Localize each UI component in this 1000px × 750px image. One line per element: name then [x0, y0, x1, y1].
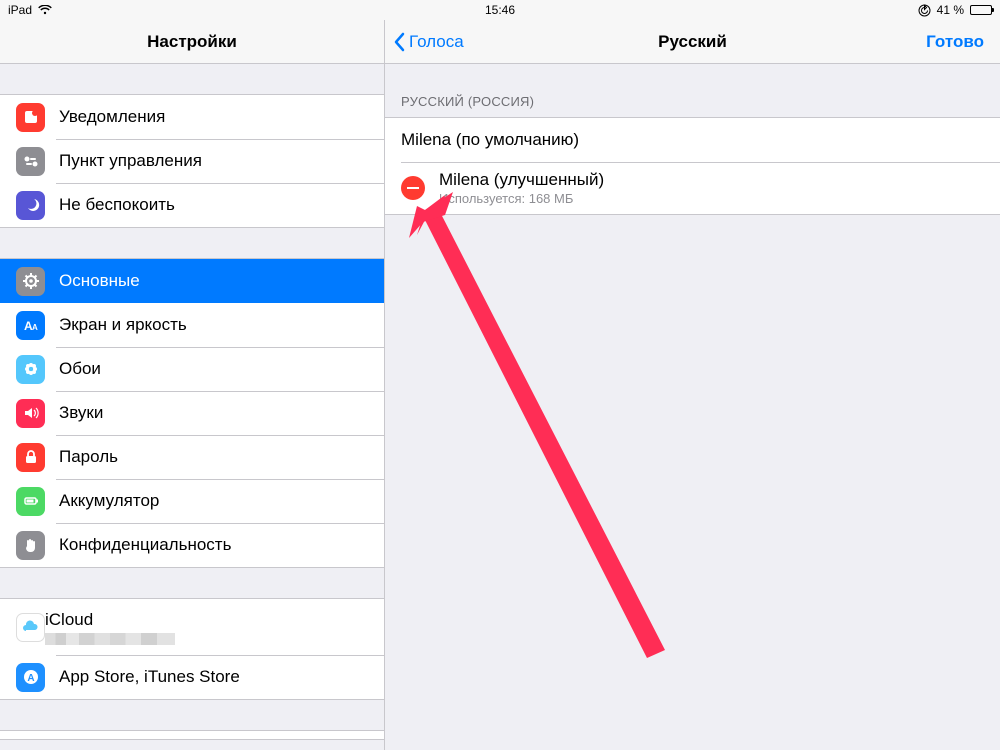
sidebar-item-label: Пункт управления [59, 151, 202, 171]
hand-icon [16, 531, 45, 560]
sidebar-item-label: iCloud [45, 610, 175, 630]
voices-list: Milena (по умолчанию) Milena (улучшенный… [385, 117, 1000, 215]
text-size-icon: AA [16, 311, 45, 340]
sidebar-item-label: App Store, iTunes Store [59, 667, 240, 687]
settings-sidebar: Настройки Уведомления Пункт управления [0, 20, 385, 750]
sidebar-item-privacy[interactable]: Конфиденциальность [0, 523, 384, 567]
sidebar-item-passcode[interactable]: Пароль [0, 435, 384, 479]
sidebar-item-battery[interactable]: Аккумулятор [0, 479, 384, 523]
detail-title: Русский [658, 32, 727, 52]
voice-title: Milena (улучшенный) [439, 170, 604, 190]
sidebar-title: Настройки [147, 32, 237, 52]
voice-row-default[interactable]: Milena (по умолчанию) [385, 118, 1000, 162]
battery-icon [970, 5, 992, 15]
flower-icon [16, 355, 45, 384]
sidebar-item-sounds[interactable]: Звуки [0, 391, 384, 435]
moon-icon [16, 191, 45, 220]
sidebar-item-label: Пароль [59, 447, 118, 467]
sidebar-item-wallpaper[interactable]: Обои [0, 347, 384, 391]
wifi-icon [38, 5, 52, 15]
sidebar-item-notifications[interactable]: Уведомления [0, 95, 384, 139]
sidebar-item-label: Аккумулятор [59, 491, 159, 511]
done-button[interactable]: Готово [926, 32, 1000, 52]
redacted-account [45, 633, 175, 645]
control-center-icon [16, 147, 45, 176]
sidebar-group: Уведомления Пункт управления Не беспокои… [0, 94, 384, 228]
sidebar-item-label: Звуки [59, 403, 103, 423]
sidebar-item-appstore[interactable]: A App Store, iTunes Store [0, 655, 384, 699]
sidebar-item-label: Не беспокоить [59, 195, 175, 215]
clock: 15:46 [485, 3, 515, 17]
sidebar-group [0, 730, 384, 740]
cloud-icon [16, 613, 45, 642]
sidebar-item-display[interactable]: AA Экран и яркость [0, 303, 384, 347]
sidebar-group: Основные AA Экран и яркость Обои [0, 258, 384, 568]
sidebar-item-label: Уведомления [59, 107, 165, 127]
section-header: РУССКИЙ (РОССИЯ) [385, 64, 1000, 117]
back-button[interactable]: Голоса [385, 32, 464, 52]
chevron-left-icon [393, 32, 405, 52]
svg-text:A: A [27, 673, 34, 684]
sidebar-navbar: Настройки [0, 20, 384, 64]
speaker-icon [16, 399, 45, 428]
status-bar: iPad 15:46 41 % [0, 0, 1000, 20]
battery-icon [16, 487, 45, 516]
voice-title: Milena (по умолчанию) [401, 130, 579, 150]
delete-button[interactable] [401, 176, 425, 200]
battery-percentage: 41 % [937, 3, 964, 17]
back-label: Голоса [409, 32, 464, 52]
sidebar-item-label: Конфиденциальность [59, 535, 231, 555]
appstore-icon: A [16, 663, 45, 692]
voice-subtitle: Используется: 168 МБ [439, 191, 604, 206]
detail-navbar: Голоса Русский Готово [385, 20, 1000, 64]
device-name: iPad [8, 3, 32, 17]
gear-icon [16, 267, 45, 296]
sidebar-item-label: Обои [59, 359, 101, 379]
sidebar-item-label: Экран и яркость [59, 315, 187, 335]
notifications-icon [16, 103, 45, 132]
sidebar-item-label: Основные [59, 271, 140, 291]
voice-row-enhanced[interactable]: Milena (улучшенный) Используется: 168 МБ [385, 162, 1000, 214]
sidebar-item-dnd[interactable]: Не беспокоить [0, 183, 384, 227]
minus-icon [407, 187, 419, 189]
lock-icon [16, 443, 45, 472]
detail-pane: Голоса Русский Готово РУССКИЙ (РОССИЯ) M… [385, 20, 1000, 750]
sidebar-group: iCloud A App Store, iTunes Store [0, 598, 384, 700]
svg-text:A: A [32, 323, 38, 332]
rotation-lock-icon [918, 4, 931, 17]
sidebar-item-control-center[interactable]: Пункт управления [0, 139, 384, 183]
sidebar-item-icloud[interactable]: iCloud [0, 599, 384, 655]
sidebar-item-general[interactable]: Основные [0, 259, 384, 303]
